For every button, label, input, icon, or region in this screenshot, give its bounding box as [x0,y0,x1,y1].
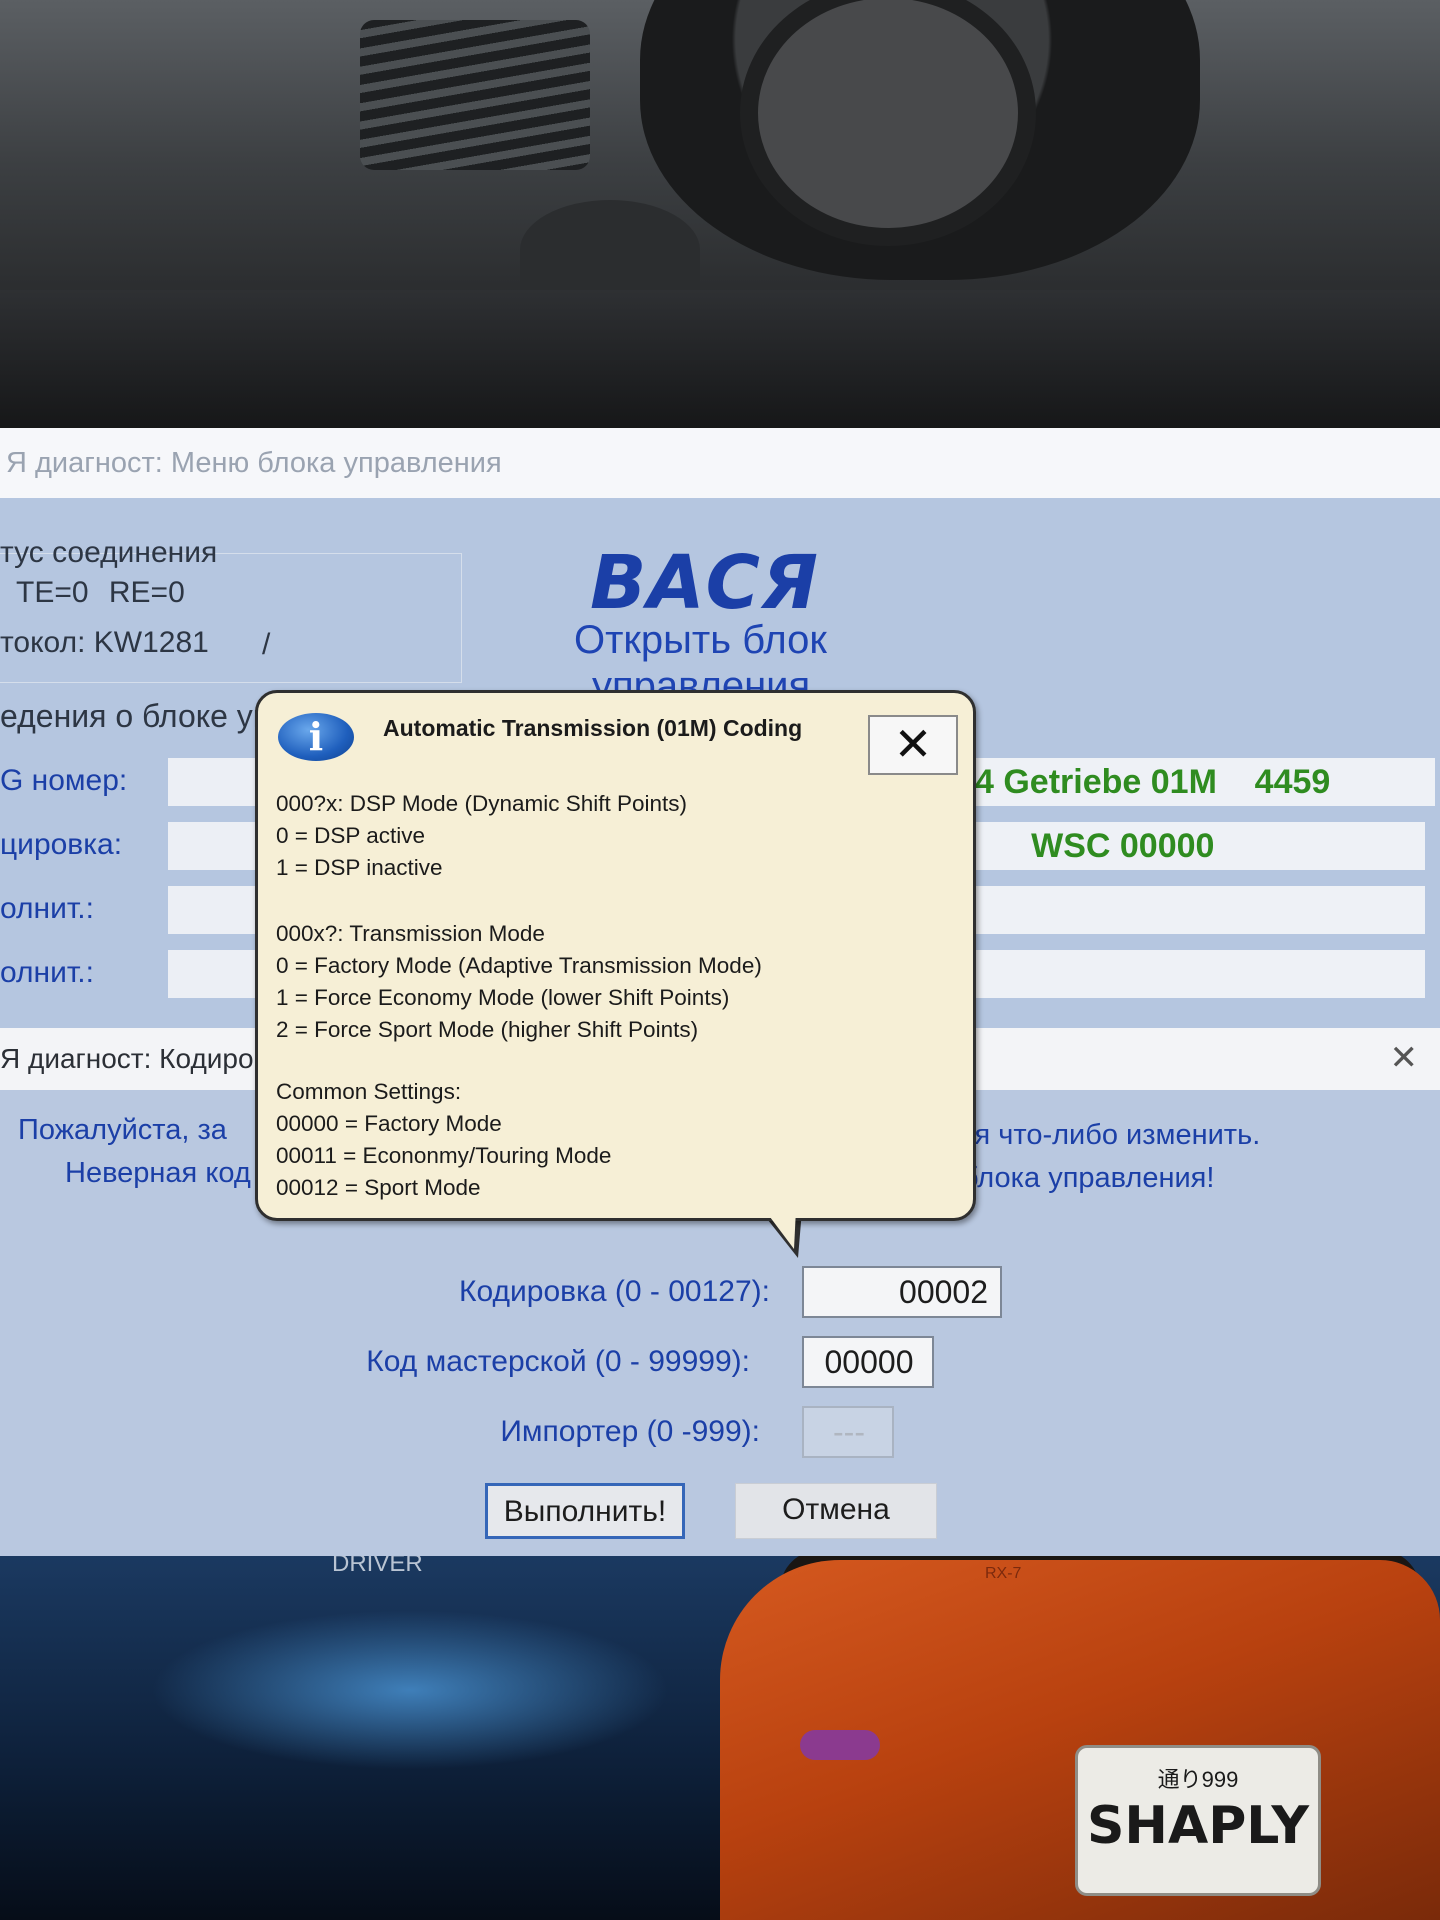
license-plate: 通り999 SHAPLY [1075,1745,1321,1896]
protocol-label: токол: KW1281 [0,626,209,659]
help-line: Common Settings: [276,1079,462,1104]
part-number-label: G номер: [0,764,128,797]
plate-top-text: 通り999 [1157,1767,1239,1792]
info-icon: i [278,713,354,761]
execute-button[interactable]: Выполнить! [485,1483,685,1539]
connection-status-group [0,553,462,683]
connection-status-label: тус соединения [0,536,218,569]
help-line: 1 = DSP inactive [276,855,443,880]
workshop-code-label: Код мастерской (0 - 99999): [366,1345,750,1378]
balloon-close-button[interactable]: ✕ [868,715,958,775]
wallpaper-car-badge: RX-7 [985,1565,1022,1582]
extra-info-1-field [168,886,258,934]
help-line: 0 = Factory Mode (Adaptive Transmission … [276,953,762,978]
coding-dialog-close-icon[interactable]: ✕ [1390,1038,1419,1078]
window-title: Я диагност: Меню блока управления [0,428,1440,498]
wallpaper-car-light [800,1730,880,1760]
cancel-button[interactable]: Отмена [735,1483,937,1539]
part-number-value: 4 Getriebe 01M 4459 [965,758,1435,806]
air-vent [360,20,590,170]
coding-value: WSC 00000 [965,822,1425,870]
help-line: 2 = Force Sport Mode (higher Shift Point… [276,1017,699,1042]
control-unit-info-label: едения о блоке уп [0,698,271,734]
wallpaper-glow [150,1610,670,1770]
warning-message-line2-start: Неверная код [65,1157,251,1189]
importer-input[interactable] [802,1406,894,1458]
help-line: 000x?: Transmission Mode [276,921,545,946]
help-line: 000?x: DSP Mode (Dynamic Shift Points) [276,791,688,816]
help-line: 0 = DSP active [276,823,426,848]
vasya-logo: ВАСЯ [590,540,819,626]
vent-ring [520,200,700,300]
warning-message-line1-end: ся что-либо изменить. [960,1119,1261,1151]
help-line: 00000 = Factory Mode [276,1111,502,1136]
extra-info-2-value [965,950,1425,998]
extra-info-1-value [965,886,1425,934]
part-number-field [168,758,258,806]
extra-info-1-label: олнит.: [0,892,94,925]
open-control-unit-link[interactable]: Открыть блок [574,618,827,663]
extra-info-2-field [168,950,258,998]
plate-main-text: SHAPLY [1086,1796,1309,1856]
coding-label: цировка: [0,828,123,861]
warning-message-line1-start: Пожалуйста, за [18,1114,227,1146]
coding-field [168,822,258,870]
balloon-title: Automatic Transmission (01M) Coding [383,715,803,741]
warning-message-line2-end: блока управления! [962,1162,1215,1194]
protocol-spinner: / [262,628,271,661]
coding-range-label: Кодировка (0 - 00127): [459,1275,770,1308]
open-control-unit-link-line2[interactable]: управления [592,664,810,690]
help-line: 1 = Force Economy Mode (lower Shift Poin… [276,985,730,1010]
workshop-code-input[interactable] [802,1336,934,1388]
coding-input[interactable] [802,1266,1002,1318]
laptop-bezel [0,290,1440,440]
coding-help-balloon: i Automatic Transmission (01M) Coding ✕ … [255,690,976,1221]
extra-info-2-label: олнит.: [0,956,94,989]
te-re-counters: TE=0 RE=0 [16,576,185,609]
help-line: 00011 = Econonmy/Touring Mode [276,1143,612,1168]
balloon-tail-inner [764,1209,796,1249]
importer-label: Импортер (0 -999): [500,1415,760,1448]
help-line: 00012 = Sport Mode [276,1175,481,1200]
